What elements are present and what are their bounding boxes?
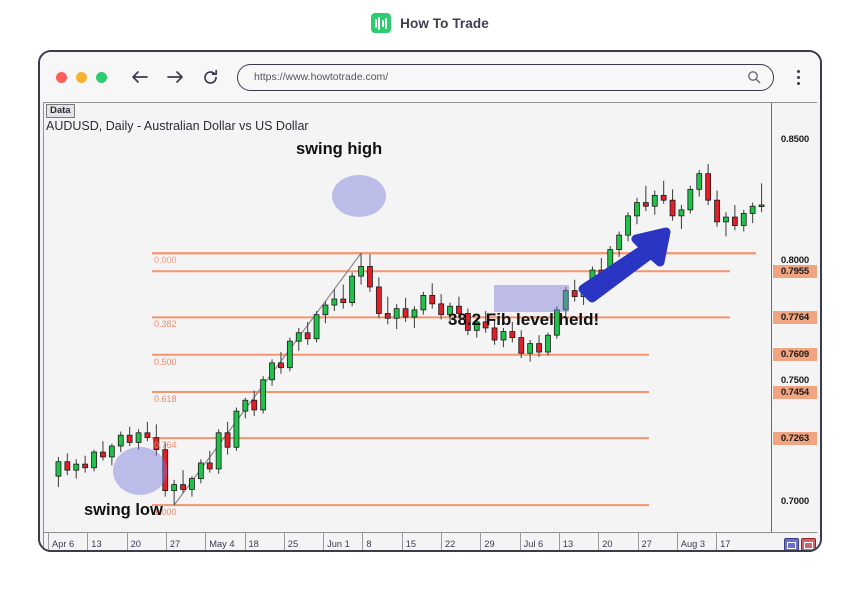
- date-axis-label: Jun 1: [323, 533, 350, 550]
- app-title: How To Trade: [400, 15, 489, 31]
- date-axis-label: Aug 3: [676, 533, 705, 550]
- fib-level-label: 0.000: [154, 255, 177, 266]
- price-axis[interactable]: 0.8500 0.8000 0.7955 0.7764 0.7609 0.7500 0.74…: [773, 103, 817, 532]
- browser-toolbar: https://www.howtotrade.com/: [40, 52, 820, 102]
- kebab-menu-icon[interactable]: [787, 69, 809, 85]
- price-axis-label: 0.8500: [780, 134, 810, 146]
- price-axis-label: 0.7263: [773, 431, 817, 445]
- url-text: https://www.howtotrade.com/: [254, 71, 389, 83]
- price-axis-label: 0.7454: [773, 385, 817, 399]
- back-arrow-icon[interactable]: [131, 68, 149, 86]
- fib-level-label: 0.764: [154, 440, 177, 451]
- screenshot-root: How To Trade https://www.howtotrade.com/…: [0, 0, 860, 590]
- swing-low-marker: [113, 447, 167, 495]
- fib-level-label: 0.500: [154, 356, 177, 367]
- minimize-button[interactable]: [76, 71, 87, 83]
- reload-icon[interactable]: [201, 68, 219, 86]
- date-axis-label: 20: [126, 533, 141, 550]
- pane-toggle-blue-icon[interactable]: [784, 538, 799, 550]
- browser-window: https://www.howtotrade.com/ Data AUDUSD,…: [38, 50, 822, 552]
- price-axis-label: 0.7609: [773, 348, 817, 362]
- swing-high-label: swing high: [296, 140, 383, 158]
- price-axis-label: 0.7955: [773, 264, 817, 278]
- forward-arrow-icon[interactable]: [166, 68, 184, 86]
- date-axis-label: Jul 6: [519, 533, 543, 550]
- search-icon[interactable]: [747, 70, 761, 84]
- price-axis-label: 0.7764: [773, 310, 817, 324]
- address-bar[interactable]: https://www.howtotrade.com/: [237, 63, 774, 91]
- date-axis-label: May 4: [205, 533, 235, 550]
- date-axis-label: 17: [716, 533, 730, 550]
- date-axis[interactable]: Apr 6 13 20 27 May 4 18 25 Jun 1 8 15 22 29 Jul 6 13 2…: [44, 532, 817, 550]
- chart-title: AUDUSD, Daily - Australian Dollar vs US …: [46, 119, 309, 133]
- app-header: How To Trade: [0, 0, 860, 46]
- date-axis-label: Apr 6: [48, 533, 74, 550]
- navigation-buttons: [131, 68, 219, 86]
- date-axis-label: 13: [87, 533, 102, 550]
- date-axis-label: 22: [441, 533, 455, 550]
- date-axis-label: 20: [598, 533, 613, 550]
- date-axis-label: 8: [362, 533, 372, 550]
- chart-container: Data AUDUSD, Daily - Australian Dollar v…: [40, 102, 820, 550]
- price-plot[interactable]: 0.382 0.500 0.618 0.764 1.000 0.000 swing hig…: [44, 103, 772, 532]
- date-axis-label: 27: [637, 533, 652, 550]
- close-button[interactable]: [56, 71, 67, 83]
- fib-bounce-highlight: [494, 285, 569, 312]
- maximize-button[interactable]: [96, 71, 107, 83]
- date-axis-label: 15: [401, 533, 416, 550]
- bar-chart-icon: [371, 13, 392, 33]
- date-axis-label: 25: [283, 533, 298, 550]
- date-axis-label: 29: [480, 533, 495, 550]
- date-axis-label: 27: [165, 533, 180, 550]
- pane-toggle-red-icon[interactable]: [801, 538, 816, 550]
- fib-level-label: 0.382: [154, 319, 177, 330]
- fib-held-label: 38.2 Fib level held!: [448, 310, 600, 329]
- window-controls[interactable]: [56, 71, 107, 83]
- swing-high-marker: [332, 175, 386, 217]
- chart-corner-buttons[interactable]: [784, 538, 816, 550]
- swing-low-label: swing low: [84, 501, 163, 519]
- data-tab[interactable]: Data: [46, 104, 75, 118]
- date-axis-label: 18: [244, 533, 259, 550]
- date-axis-label: 13: [558, 533, 573, 550]
- price-axis-label: 0.7000: [780, 495, 810, 507]
- fib-level-label: 0.618: [154, 394, 177, 405]
